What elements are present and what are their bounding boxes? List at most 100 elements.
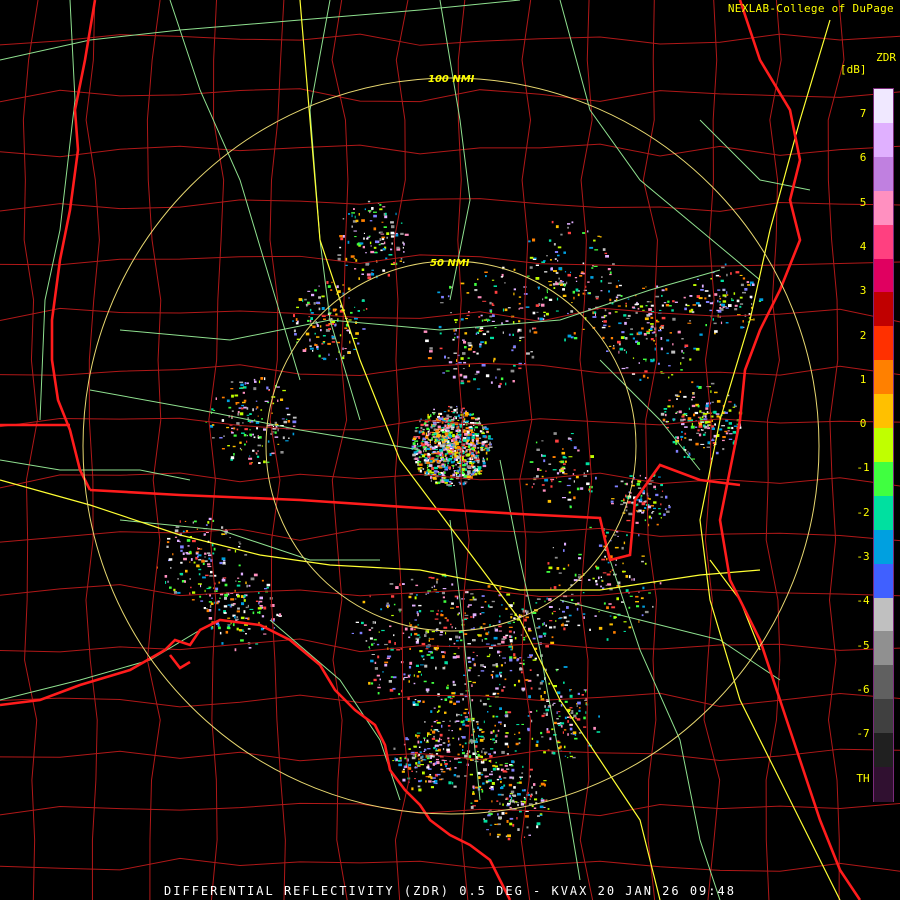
- echo-pixel: [518, 679, 521, 683]
- echo-pixel: [572, 756, 576, 759]
- echo-pixel: [237, 577, 240, 579]
- echo-pixel: [522, 765, 524, 768]
- echo-pixel: [726, 294, 729, 296]
- echo-pixel: [731, 426, 734, 430]
- echo-pixel: [384, 661, 389, 664]
- echo-pixel: [236, 616, 239, 619]
- echo-pixel: [426, 739, 429, 742]
- echo-pixel: [236, 428, 239, 431]
- radar-map[interactable]: 50 NMI 100 NMI: [0, 0, 900, 900]
- echo-pixel: [476, 472, 478, 474]
- echo-pixel: [481, 364, 486, 367]
- echo-pixel: [661, 490, 664, 492]
- echo-pixel: [205, 574, 209, 577]
- echo-pixel: [442, 748, 445, 751]
- echo-pixel: [382, 269, 386, 272]
- echo-pixel: [230, 598, 235, 601]
- echo-pixel: [720, 279, 724, 282]
- echo-pixel: [635, 601, 639, 603]
- echo-pixel: [586, 482, 590, 486]
- echo-pixel: [210, 626, 213, 630]
- echo-pixel: [719, 307, 722, 309]
- echo-pixel: [430, 476, 432, 479]
- echo-pixel: [468, 667, 472, 669]
- echo-pixel: [268, 390, 270, 392]
- echo-pixel: [440, 471, 443, 475]
- echo-pixel: [595, 580, 598, 583]
- echo-pixel: [234, 549, 237, 553]
- echo-pixel: [460, 720, 464, 724]
- echo-pixel: [444, 762, 448, 766]
- echo-pixel: [705, 324, 707, 327]
- echo-pixel: [504, 735, 508, 738]
- echo-pixel: [478, 420, 481, 423]
- echo-pixel: [641, 511, 644, 514]
- echo-pixel: [504, 678, 507, 681]
- echo-pixel: [693, 284, 697, 286]
- echo-pixel: [513, 617, 516, 620]
- echo-pixel: [414, 440, 419, 442]
- echo-pixel: [480, 728, 483, 731]
- state-border: [718, 0, 862, 900]
- echo-pixel: [700, 289, 704, 291]
- echo-pixel: [351, 632, 354, 634]
- echo-pixel: [438, 417, 442, 420]
- echo-pixel: [416, 639, 419, 642]
- echo-pixel: [569, 505, 572, 509]
- echo-pixel: [459, 373, 463, 377]
- echo-pixel: [390, 248, 393, 251]
- echo-pixel: [465, 724, 470, 727]
- legend-tick: -6: [856, 682, 870, 696]
- echo-pixel: [239, 381, 244, 383]
- echo-pixel: [533, 331, 538, 334]
- echo-pixel: [252, 449, 255, 452]
- echo-pixel: [233, 434, 237, 437]
- echo-pixel: [345, 264, 348, 266]
- echo-pixel: [424, 422, 427, 425]
- echo-pixel: [514, 750, 517, 752]
- echo-pixel: [501, 689, 504, 692]
- echo-pixel: [370, 250, 375, 254]
- echo-pixel: [567, 757, 569, 759]
- echo-pixel: [459, 464, 461, 467]
- echo-pixel: [422, 658, 425, 661]
- echo-pixel: [257, 450, 259, 452]
- echo-pixel: [576, 487, 580, 491]
- echo-pixel: [248, 584, 251, 587]
- echo-pixel: [453, 409, 457, 412]
- echo-pixel: [540, 731, 543, 735]
- echo-pixel: [628, 606, 631, 609]
- echo-pixel: [450, 312, 452, 314]
- echo-pixel: [225, 532, 228, 535]
- echo-pixel: [567, 564, 570, 567]
- echo-pixel: [652, 511, 655, 513]
- echo-pixel: [371, 654, 375, 655]
- echo-pixel: [382, 671, 384, 673]
- echo-pixel: [242, 422, 244, 424]
- echo-pixel: [715, 413, 720, 415]
- echo-pixel: [472, 719, 475, 722]
- echo-pixel: [268, 389, 270, 391]
- echo-pixel: [437, 291, 441, 294]
- echo-pixel: [461, 752, 465, 755]
- echo-pixel: [453, 642, 456, 645]
- echo-pixel: [759, 298, 764, 301]
- echo-pixel: [465, 376, 467, 379]
- echo-pixel: [219, 631, 222, 635]
- echo-pixel: [513, 631, 515, 634]
- echo-pixel: [650, 358, 652, 361]
- echo-pixel: [719, 428, 723, 431]
- echo-pixel: [283, 420, 287, 424]
- echo-pixel: [459, 727, 462, 731]
- echo-pixel: [418, 604, 422, 607]
- echo-pixel: [267, 440, 270, 443]
- echo-pixel: [650, 327, 653, 330]
- echo-pixel: [491, 800, 493, 803]
- echo-pixel: [431, 737, 436, 740]
- echo-pixel: [689, 309, 692, 311]
- echo-pixel: [724, 411, 728, 414]
- echo-pixel: [563, 627, 566, 631]
- echo-pixel: [457, 433, 462, 435]
- county-border: [0, 857, 900, 872]
- echo-pixel: [680, 362, 682, 365]
